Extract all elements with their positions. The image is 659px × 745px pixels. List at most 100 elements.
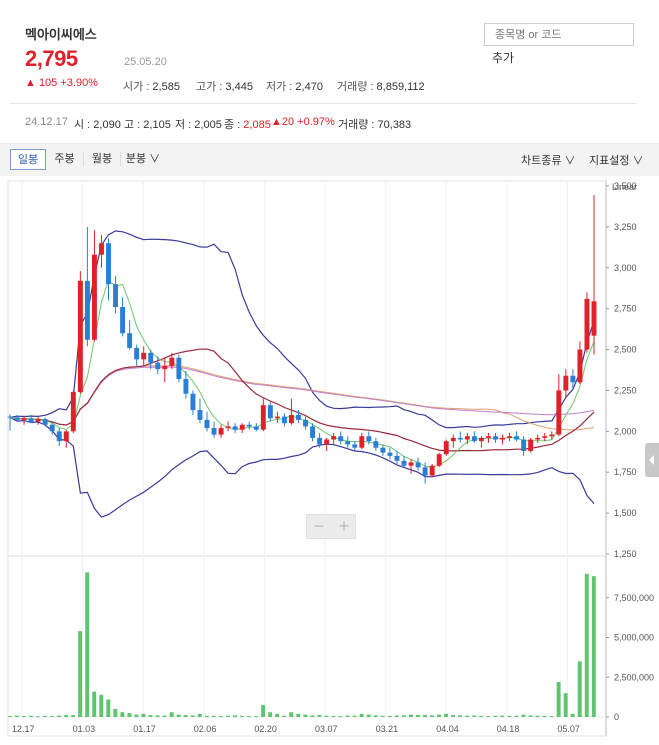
- volume-bar: [591, 576, 596, 717]
- volume-bar: [584, 573, 589, 717]
- chart-frame: [7, 180, 607, 737]
- candle-body: [91, 254, 97, 340]
- candle-body: [471, 436, 477, 442]
- volume-bar: [465, 715, 470, 717]
- zoom-out-button[interactable]: −: [307, 516, 331, 536]
- volume-bar: [451, 715, 456, 717]
- price-tick-label: 1,500: [614, 508, 637, 518]
- volume-bar: [14, 715, 19, 717]
- candle-body: [338, 436, 344, 442]
- candle-body: [99, 243, 104, 255]
- volume-bar: [176, 714, 181, 717]
- x-tick-label: 05.07: [557, 724, 580, 734]
- volume-bar: [366, 714, 371, 717]
- candle-body: [577, 349, 583, 383]
- candle-body: [556, 390, 562, 435]
- volume-tick-label: 0: [614, 712, 619, 722]
- candle-body: [28, 418, 34, 422]
- candle-body: [246, 424, 252, 427]
- candle-body: [443, 441, 449, 455]
- candle-body: [183, 378, 189, 394]
- candle-body: [415, 462, 421, 468]
- volume-bar: [183, 715, 188, 717]
- candle-body: [190, 393, 196, 411]
- volume-bar: [120, 712, 125, 717]
- volume-bar: [169, 712, 174, 717]
- side-panel-toggle[interactable]: [645, 443, 659, 477]
- volume-bar: [549, 716, 554, 718]
- candle-body: [422, 467, 428, 476]
- candle-body: [197, 410, 203, 420]
- candle-body: [345, 441, 351, 445]
- volume-bar: [359, 713, 364, 717]
- volume-bar: [345, 715, 350, 717]
- candle-body: [70, 392, 76, 432]
- price-tick-label: 2,500: [614, 345, 637, 355]
- candle-body: [366, 436, 372, 442]
- volume-bar: [85, 572, 90, 717]
- candle-body: [563, 375, 569, 391]
- volume-bar: [401, 715, 406, 717]
- zoom-in-button[interactable]: +: [332, 516, 356, 536]
- volume-bar: [71, 715, 76, 717]
- candle-body: [535, 437, 541, 440]
- volume-bar: [373, 715, 378, 717]
- candle-body: [77, 280, 83, 393]
- volume-bar: [472, 715, 477, 717]
- candle-body: [507, 436, 513, 438]
- volume-bar: [479, 715, 484, 717]
- volume-bar: [127, 713, 132, 717]
- volume-bar: [211, 715, 216, 717]
- volume-bar: [268, 712, 273, 717]
- volume-bar: [296, 713, 301, 717]
- x-tick-label: 04.18: [497, 724, 520, 734]
- volume-bar: [50, 716, 54, 718]
- candle-body: [49, 424, 55, 432]
- volume-bar: [507, 715, 512, 717]
- volume-bar: [408, 714, 413, 717]
- volume-bar: [444, 713, 449, 717]
- volume-bar: [254, 716, 259, 718]
- volume-bar: [240, 715, 244, 717]
- candle-body: [549, 434, 555, 437]
- candle-body: [359, 436, 365, 448]
- volume-bar: [57, 715, 62, 717]
- price-tick-label: 3,500: [614, 181, 637, 191]
- volume-bar: [106, 699, 111, 717]
- volume-tick-label: 5,000,000: [614, 633, 654, 643]
- x-tick-label: 01.03: [73, 724, 96, 734]
- candle-body: [232, 426, 238, 430]
- volume-bar: [247, 716, 251, 718]
- candle-body: [155, 362, 161, 370]
- x-tick-label: 02.20: [254, 724, 277, 734]
- candle-body: [162, 365, 168, 370]
- candle-body: [450, 437, 456, 442]
- volume-bar: [521, 714, 526, 717]
- volume-bar: [197, 713, 202, 717]
- volume-bar: [422, 715, 427, 717]
- candle-body: [106, 243, 111, 285]
- candle-body: [56, 431, 62, 442]
- candle-body: [239, 424, 245, 430]
- x-tick-label: 04.04: [436, 724, 459, 734]
- x-tick-label: 02.06: [194, 724, 217, 734]
- candle-body: [113, 284, 119, 308]
- candle-body: [303, 419, 308, 427]
- candle-body: [478, 437, 484, 442]
- candle-body: [464, 436, 470, 440]
- candle-body: [84, 280, 90, 340]
- volume-bar: [275, 713, 280, 717]
- volume-bar: [563, 693, 568, 717]
- volume-tick-label: 2,500,000: [614, 672, 654, 682]
- stock-chart[interactable]: 12.17 01.03 01.17 02.06 02.20 03.07 03.21 04.04…: [0, 0, 659, 745]
- volume-bar: [289, 712, 294, 717]
- price-tick-label: 2,750: [614, 304, 637, 314]
- candle-body: [35, 419, 41, 422]
- volume-bar: [415, 714, 420, 717]
- volume-bar: [570, 713, 575, 717]
- price-tick-label: 3,250: [614, 222, 637, 232]
- candle-body: [288, 414, 294, 424]
- candle-body: [352, 444, 358, 448]
- candle-body: [253, 426, 259, 430]
- volume-bar: [64, 715, 69, 717]
